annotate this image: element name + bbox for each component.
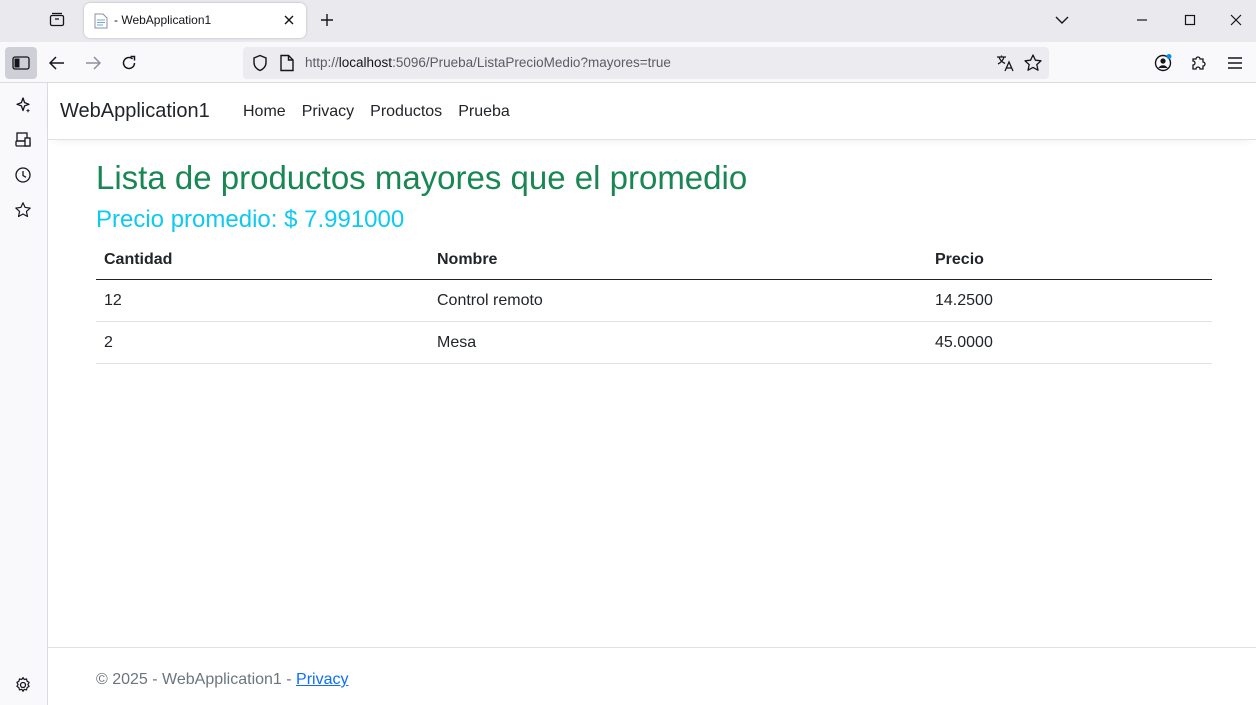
site-brand-link[interactable]: WebApplication1 bbox=[60, 100, 210, 123]
table-header-row: Cantidad Nombre Precio bbox=[96, 239, 1212, 280]
bookmarks-star-icon[interactable] bbox=[13, 200, 33, 220]
forward-arrow-icon[interactable] bbox=[78, 48, 108, 78]
url-prefix: http:// bbox=[305, 55, 339, 70]
nav-link-home[interactable]: Home bbox=[235, 103, 294, 121]
cell-precio: 14.2500 bbox=[927, 279, 1212, 322]
page-favicon-icon bbox=[94, 13, 108, 29]
footer-privacy-link[interactable]: Privacy bbox=[296, 671, 348, 688]
nav-link-privacy[interactable]: Privacy bbox=[294, 103, 362, 121]
chevron-down-icon[interactable] bbox=[1052, 10, 1072, 30]
column-header-cantidad: Cantidad bbox=[96, 239, 429, 280]
footer-text: © 2025 - WebApplication1 - Privacy bbox=[96, 671, 349, 689]
products-table: Cantidad Nombre Precio 12 Control remoto… bbox=[96, 239, 1212, 364]
reload-icon[interactable] bbox=[114, 48, 144, 78]
back-arrow-icon[interactable] bbox=[42, 48, 72, 78]
extensions-icon[interactable] bbox=[1184, 48, 1214, 78]
sidebar-toggle-icon[interactable] bbox=[5, 47, 37, 79]
table-row: 12 Control remoto 14.2500 bbox=[96, 279, 1212, 322]
browser-tab-bar: - WebApplication1 bbox=[0, 0, 1256, 42]
ai-sparkle-icon[interactable] bbox=[13, 95, 33, 115]
cell-cantidad: 12 bbox=[96, 279, 429, 322]
page-info-icon[interactable] bbox=[279, 54, 295, 72]
minimize-icon[interactable] bbox=[1122, 6, 1162, 34]
page-title: Lista de productos mayores que el promed… bbox=[96, 159, 748, 196]
tab-title: - WebApplication1 bbox=[114, 13, 212, 27]
new-tab-icon[interactable] bbox=[316, 9, 338, 31]
footer-copyright: © 2025 - WebApplication1 - bbox=[96, 671, 297, 688]
close-tab-icon[interactable] bbox=[280, 11, 298, 29]
account-icon[interactable] bbox=[1148, 48, 1178, 78]
menu-icon[interactable] bbox=[1220, 48, 1250, 78]
site-navbar: WebApplication1 Home Privacy Productos P… bbox=[48, 83, 1256, 140]
browser-tab[interactable]: - WebApplication1 bbox=[84, 3, 306, 38]
history-clock-icon[interactable] bbox=[13, 165, 33, 185]
url-path: :5096/Prueba/ListaPrecioMedio?mayores=tr… bbox=[392, 55, 671, 70]
cell-nombre: Mesa bbox=[429, 321, 927, 364]
shield-icon[interactable] bbox=[251, 54, 269, 72]
column-header-precio: Precio bbox=[927, 239, 1212, 280]
translate-icon[interactable] bbox=[995, 53, 1015, 73]
browser-toolbar: http://localhost:5096/Prueba/ListaPrecio… bbox=[0, 42, 1256, 83]
site-footer: © 2025 - WebApplication1 - Privacy bbox=[48, 647, 1256, 705]
cell-precio: 45.0000 bbox=[927, 321, 1212, 364]
bookmark-star-icon[interactable] bbox=[1023, 53, 1043, 73]
cell-cantidad: 2 bbox=[96, 321, 429, 364]
settings-gear-icon[interactable] bbox=[13, 675, 33, 695]
average-price-heading: Precio promedio: $ 7.991000 bbox=[96, 205, 405, 233]
nav-link-productos[interactable]: Productos bbox=[362, 103, 450, 121]
url-text[interactable]: http://localhost:5096/Prueba/ListaPrecio… bbox=[305, 55, 671, 70]
browser-sidebar bbox=[0, 83, 48, 705]
close-window-icon[interactable] bbox=[1216, 6, 1256, 34]
table-row: 2 Mesa 45.0000 bbox=[96, 321, 1212, 364]
site-nav-links: Home Privacy Productos Prueba bbox=[235, 103, 518, 121]
synced-tabs-icon[interactable] bbox=[13, 130, 33, 150]
maximize-icon[interactable] bbox=[1170, 6, 1210, 34]
main-content: Lista de productos mayores que el promed… bbox=[96, 158, 1212, 364]
nav-link-prueba[interactable]: Prueba bbox=[450, 103, 518, 121]
address-bar[interactable]: http://localhost:5096/Prueba/ListaPrecio… bbox=[243, 47, 1049, 79]
cell-nombre: Control remoto bbox=[429, 279, 927, 322]
web-page: WebApplication1 Home Privacy Productos P… bbox=[48, 83, 1256, 705]
column-header-nombre: Nombre bbox=[429, 239, 927, 280]
tab-list-icon[interactable] bbox=[44, 8, 70, 32]
url-host: localhost bbox=[338, 55, 393, 70]
